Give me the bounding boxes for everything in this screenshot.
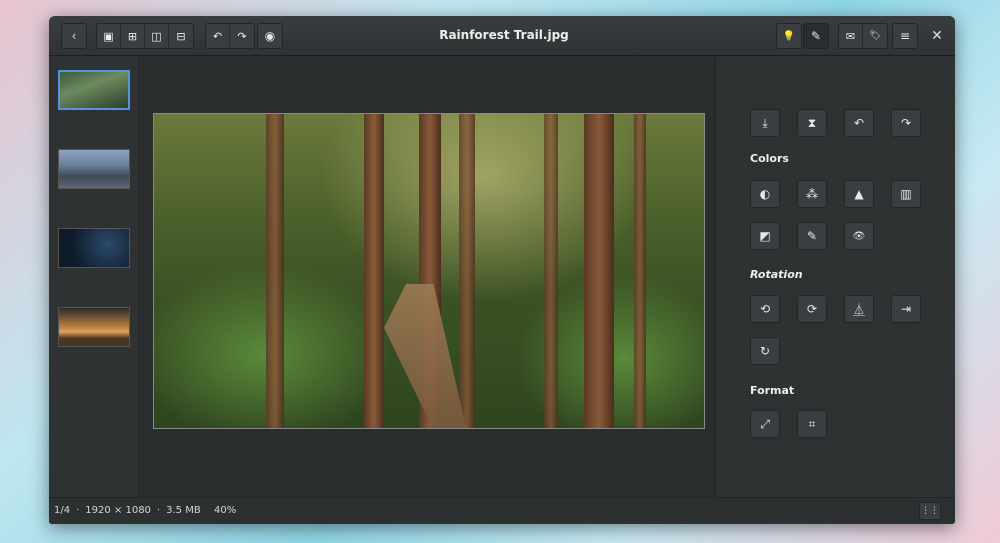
rotate-left-icon: ↶ [212,29,223,43]
rotate-group: ↶ ↷ [205,23,255,49]
header-bar: ‹ ▣ ⊞ ◫ ⊟ ↶ ↷ ◉ Rainforest Trail.jpg 💡 ✎… [49,16,955,56]
split-view-icon: ⊟ [176,29,186,43]
rotate-ccw-icon: ⟲ [759,302,771,316]
close-button[interactable]: ✕ [927,26,947,46]
comment-button[interactable]: ✉ [839,24,863,48]
grid-icon: ⋮⋮ [921,506,939,516]
stamp-button[interactable]: ◉ [257,23,283,49]
thumbnail-sunset[interactable] [58,307,130,347]
palette-icon: ⁂ [806,187,818,201]
stamp-icon: ◉ [264,29,276,43]
tag-button[interactable]: 🏷 [863,24,887,48]
thumbnail-night[interactable] [58,228,130,268]
rotation-heading: Rotation [750,268,803,281]
image-viewer-window: ‹ ▣ ⊞ ◫ ⊟ ↶ ↷ ◉ Rainforest Trail.jpg 💡 ✎… [49,16,955,524]
flip-horizontal-icon: ⏅ [852,302,865,317]
close-icon: ✕ [931,28,943,44]
gradient-icon: ▥ [900,187,912,201]
triangle-icon: ▲ [854,187,864,201]
hourglass-icon: ⧗ [807,115,817,130]
menu-button[interactable]: ≡ [892,23,918,49]
brush-icon: ✎ [810,29,822,43]
eye-icon: 👁 [852,230,866,242]
thumbnail-strip [49,57,139,497]
tag-icon: 🏷 [869,31,881,41]
curves-icon: ◩ [759,229,771,243]
red-eye-button[interactable]: 👁 [844,222,874,250]
edit-button[interactable]: ✎ [803,23,829,49]
save-icon: ⤓ [762,115,768,130]
rotate-ccw-button[interactable]: ⟲ [750,295,780,323]
levels-button[interactable]: ▲ [844,180,874,208]
crop-button[interactable]: ⌗ [797,410,827,438]
rotate-right-icon: ↷ [237,29,247,43]
contrast-button[interactable]: ◐ [750,180,780,208]
grid-view-button[interactable]: ⊞ [121,24,145,48]
picker-icon: ✎ [806,229,818,243]
comment-icon: ✉ [845,29,856,43]
compare-view-button[interactable]: ◫ [145,24,169,48]
gradient-button[interactable]: ▥ [891,180,921,208]
image-canvas[interactable] [140,57,715,497]
resize-button[interactable]: ⤢ [750,410,780,438]
flip-vertical-button[interactable]: ⇥ [891,295,921,323]
grid-view-icon: ⊞ [127,29,138,43]
separator-1: · [76,505,80,516]
contrast-icon: ◐ [759,187,771,201]
rotate-left-button[interactable]: ↶ [206,24,230,48]
light-button[interactable]: 💡 [776,23,802,49]
thumbnail-city[interactable] [58,149,130,189]
image-dimensions: 1920 × 1080 [85,505,151,516]
color-picker-button[interactable]: ✎ [797,222,827,250]
back-icon: ‹ [71,29,77,43]
separator-2: · [156,505,161,516]
hamburger-icon: ≡ [899,29,911,43]
color-balance-button[interactable]: ⁂ [797,180,827,208]
zoom-level[interactable]: 40% [214,505,236,516]
undo-button[interactable]: ↶ [844,109,874,137]
back-button[interactable]: ‹ [61,23,87,49]
grid-toggle-button[interactable]: ⋮⋮ [919,502,941,520]
main-photo [153,113,705,429]
annotate-group: ✉ 🏷 [838,23,888,49]
colors-heading: Colors [750,152,789,165]
image-position: 1/4 [54,505,71,516]
flip-horizontal-button[interactable]: ⏅ [844,295,874,323]
redo-button[interactable]: ↷ [891,109,921,137]
single-view-icon: ▣ [103,29,114,43]
save-tool-button[interactable]: ⤓ [750,109,780,137]
edit-sidebar: ⤓ ⧗ ↶ ↷ Colors ◐ ⁂ ▲ ▥ ◩ ✎ 👁 Rotation ⟲ … [715,57,955,497]
thumbnail-rainforest[interactable] [58,70,130,110]
redo-icon: ↷ [900,116,912,130]
curves-button[interactable]: ◩ [750,222,780,250]
flip-vertical-icon: ⇥ [900,302,912,316]
file-size: 3.5 MB [166,505,201,516]
undo-icon: ↶ [853,116,865,130]
status-bar: 1/4 · 1920 × 1080 · 3.5 MB 40% ⋮⋮ [49,497,955,524]
split-view-button[interactable]: ⊟ [169,24,193,48]
history-tool-button[interactable]: ⧗ [797,109,827,137]
rotate-free-button[interactable]: ↻ [750,337,780,365]
window-title: Rainforest Trail.jpg [439,28,569,42]
rotate-cw-button[interactable]: ⟳ [797,295,827,323]
view-mode-group: ▣ ⊞ ◫ ⊟ [96,23,194,49]
rotate-right-button[interactable]: ↷ [230,24,254,48]
rotate-icon: ↻ [759,344,771,358]
compare-view-icon: ◫ [151,29,162,43]
format-heading: Format [750,384,795,397]
rotate-cw-icon: ⟳ [806,302,818,316]
resize-icon: ⤢ [760,416,770,431]
single-view-button[interactable]: ▣ [97,24,121,48]
lightbulb-icon: 💡 [782,30,796,42]
crop-icon: ⌗ [808,416,816,431]
